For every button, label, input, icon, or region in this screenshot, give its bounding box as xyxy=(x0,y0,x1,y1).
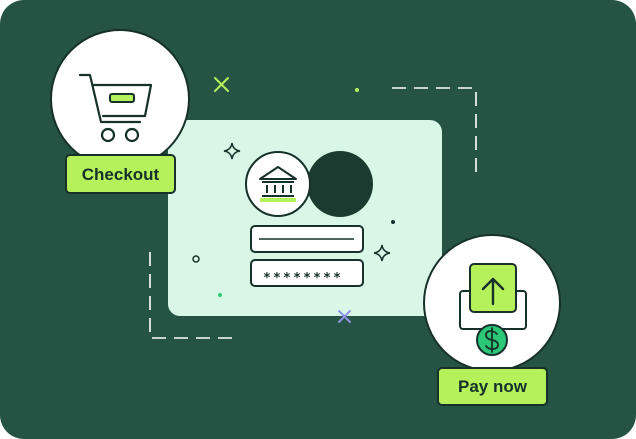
illustration-stage: ******** Checkout Pay now xyxy=(0,0,636,439)
pay-now-label: Pay now xyxy=(458,377,528,396)
password-field[interactable]: ******** xyxy=(250,259,364,287)
payment-flow-illustration: ******** Checkout Pay now xyxy=(0,0,636,439)
dark-circle xyxy=(307,151,373,217)
checkout-label: Checkout xyxy=(82,165,160,184)
dot-lime-top xyxy=(355,88,359,92)
bank-underline xyxy=(260,198,296,202)
cart-item-bar xyxy=(109,93,135,103)
dollar-coin-icon xyxy=(476,324,508,356)
pay-bubble xyxy=(423,234,561,372)
account-name-field[interactable] xyxy=(250,225,364,253)
dot-green-left xyxy=(218,293,222,297)
checkout-button[interactable]: Checkout xyxy=(65,154,176,194)
pay-now-button[interactable]: Pay now xyxy=(437,367,548,406)
checkout-bubble xyxy=(50,29,190,169)
dot-dark xyxy=(391,220,395,224)
bank-avatar xyxy=(245,151,311,217)
password-mask: ******** xyxy=(263,271,343,286)
upload-arrow-icon xyxy=(459,263,527,330)
